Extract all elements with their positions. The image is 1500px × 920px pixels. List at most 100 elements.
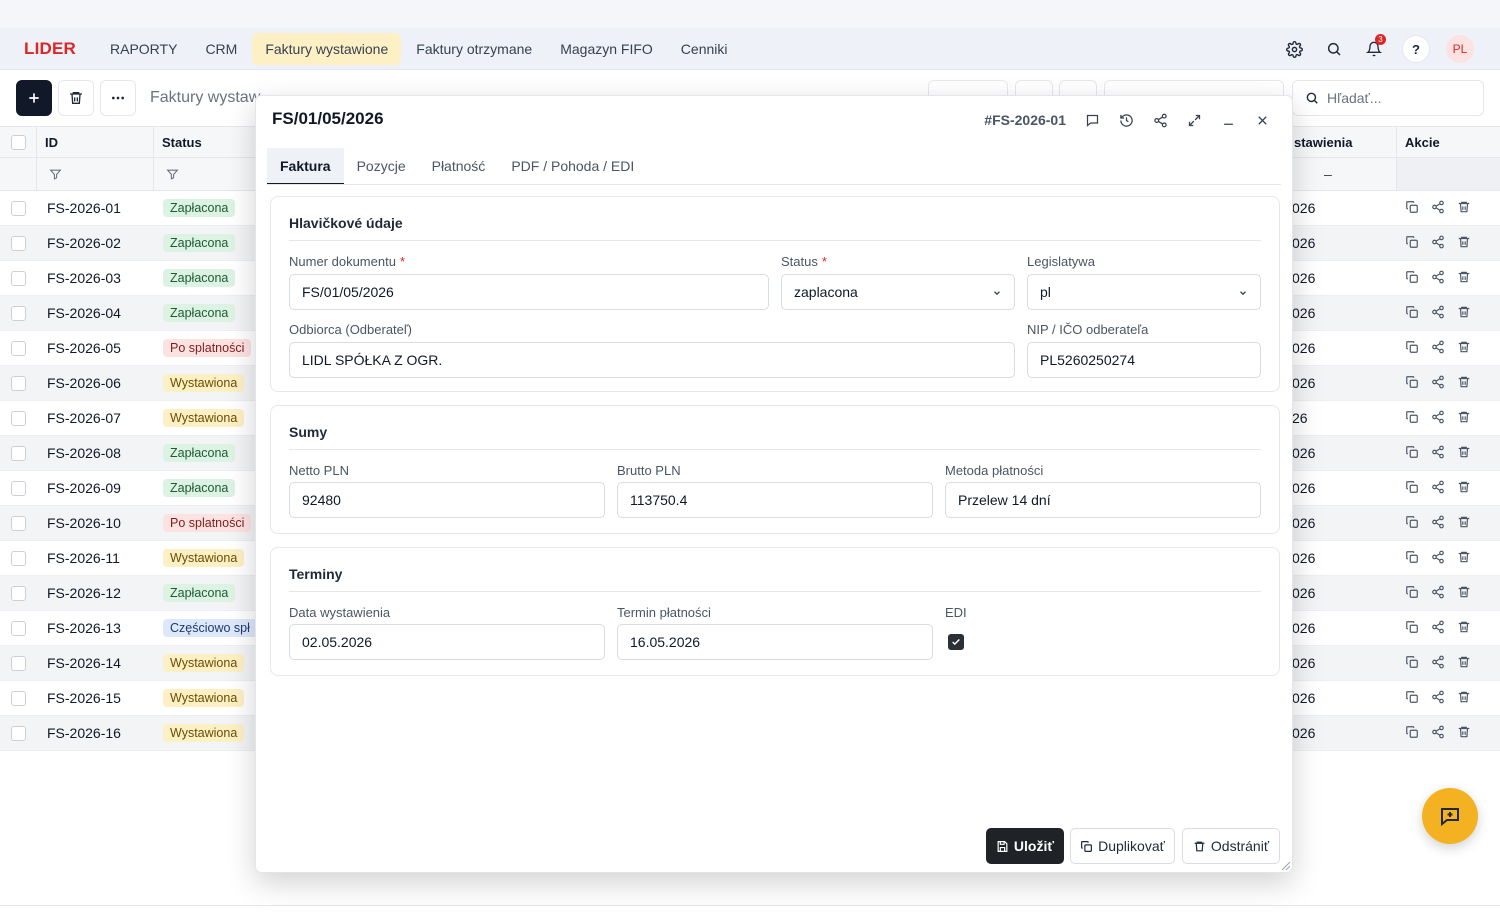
share-icon[interactable] [1431,340,1445,357]
copy-icon[interactable] [1405,445,1419,462]
row-checkbox[interactable] [11,410,26,426]
comment-icon[interactable] [1082,110,1102,130]
share-icon[interactable] [1431,480,1445,497]
trash-icon[interactable] [1457,480,1471,497]
trash-icon[interactable] [1457,585,1471,602]
legislation-select[interactable]: pl [1027,274,1261,310]
tab-pozycje[interactable]: Pozycje [344,148,419,185]
select-all-checkbox[interactable] [11,135,26,150]
delete-selected-button[interactable] [58,80,94,116]
close-icon[interactable] [1252,110,1272,130]
row-checkbox[interactable] [11,585,26,601]
copy-icon[interactable] [1405,515,1419,532]
row-checkbox[interactable] [11,655,26,671]
trash-icon[interactable] [1457,445,1471,462]
edi-checkbox[interactable] [948,634,964,650]
more-actions-button[interactable] [100,80,136,116]
row-checkbox[interactable] [11,620,26,636]
trash-icon[interactable] [1457,690,1471,707]
copy-icon[interactable] [1405,200,1419,217]
trash-icon[interactable] [1457,235,1471,252]
save-button[interactable]: Uložiť [986,828,1064,864]
search-field[interactable] [1292,80,1484,116]
search-icon[interactable] [1322,37,1346,61]
copy-icon[interactable] [1405,550,1419,567]
trash-icon[interactable] [1457,515,1471,532]
nav-item-faktury-otrzymane[interactable]: Faktury otrzymane [403,33,545,65]
feedback-chat-button[interactable] [1422,788,1478,844]
share-icon[interactable] [1431,375,1445,392]
payment-method-input[interactable]: Przelew 14 dní [945,482,1261,518]
copy-icon[interactable] [1405,340,1419,357]
row-checkbox[interactable] [11,235,26,251]
copy-icon[interactable] [1405,480,1419,497]
search-input[interactable] [1327,90,1467,106]
history-icon[interactable] [1116,110,1136,130]
share-icon[interactable] [1431,690,1445,707]
tax-id-input[interactable]: PL5260250274 [1027,342,1261,378]
help-button[interactable]: ? [1402,35,1430,63]
add-record-button[interactable] [16,80,52,116]
status-select[interactable]: zaplacona [781,274,1015,310]
trash-icon[interactable] [1457,305,1471,322]
settings-icon[interactable] [1282,37,1306,61]
trash-icon[interactable] [1457,410,1471,427]
duplicate-button[interactable]: Duplikovať [1070,828,1175,864]
share-icon[interactable] [1431,515,1445,532]
share-icon[interactable] [1150,110,1170,130]
notifications-bell-icon[interactable]: 3 [1362,34,1386,61]
trash-icon[interactable] [1457,655,1471,672]
due-date-input[interactable]: 16.05.2026 [617,624,933,660]
column-header-issue-date[interactable]: stawienia [1286,127,1396,158]
resize-grip-icon[interactable] [1282,862,1290,870]
copy-icon[interactable] [1405,270,1419,287]
row-checkbox[interactable] [11,375,26,391]
row-checkbox[interactable] [11,725,26,741]
row-checkbox[interactable] [11,445,26,461]
share-icon[interactable] [1431,655,1445,672]
share-icon[interactable] [1431,725,1445,742]
share-icon[interactable] [1431,200,1445,217]
trash-icon[interactable] [1457,550,1471,567]
copy-icon[interactable] [1405,305,1419,322]
row-checkbox[interactable] [11,340,26,356]
trash-icon[interactable] [1457,270,1471,287]
filter-icon[interactable] [166,168,179,181]
minimize-icon[interactable] [1218,110,1238,130]
row-checkbox[interactable] [11,480,26,496]
nav-item-magazyn-fifo[interactable]: Magazyn FIFO [547,33,666,65]
copy-icon[interactable] [1405,620,1419,637]
tab-pdf-pohoda-edi[interactable]: PDF / Pohoda / EDI [498,148,647,185]
copy-icon[interactable] [1405,585,1419,602]
share-icon[interactable] [1431,270,1445,287]
tab-platnosc[interactable]: Płatność [419,148,499,185]
copy-icon[interactable] [1405,655,1419,672]
share-icon[interactable] [1431,550,1445,567]
doc-number-input[interactable]: FS/01/05/2026 [289,274,769,310]
copy-icon[interactable] [1405,410,1419,427]
nav-item-raporty[interactable]: RAPORTY [97,33,190,65]
column-header-id[interactable]: ID [36,127,153,158]
share-icon[interactable] [1431,305,1445,322]
app-logo[interactable]: LIDER [24,39,76,59]
share-icon[interactable] [1431,410,1445,427]
row-checkbox[interactable] [11,305,26,321]
share-icon[interactable] [1431,620,1445,637]
row-checkbox[interactable] [11,550,26,566]
date-filter-cell[interactable]: – [1286,158,1396,190]
filter-icon[interactable] [49,168,62,181]
delete-button[interactable]: Odstrániť [1182,828,1280,864]
copy-icon[interactable] [1405,725,1419,742]
copy-icon[interactable] [1405,235,1419,252]
row-checkbox[interactable] [11,270,26,286]
nav-item-cenniki[interactable]: Cenniki [668,33,741,65]
issue-date-input[interactable]: 02.05.2026 [289,624,605,660]
share-icon[interactable] [1431,445,1445,462]
maximize-icon[interactable] [1184,110,1204,130]
customer-input[interactable]: LIDL SPÓŁKA Z OGR. [289,342,1015,378]
trash-icon[interactable] [1457,340,1471,357]
user-avatar[interactable]: PL [1446,35,1474,63]
share-icon[interactable] [1431,585,1445,602]
row-checkbox[interactable] [11,515,26,531]
row-checkbox[interactable] [11,690,26,706]
